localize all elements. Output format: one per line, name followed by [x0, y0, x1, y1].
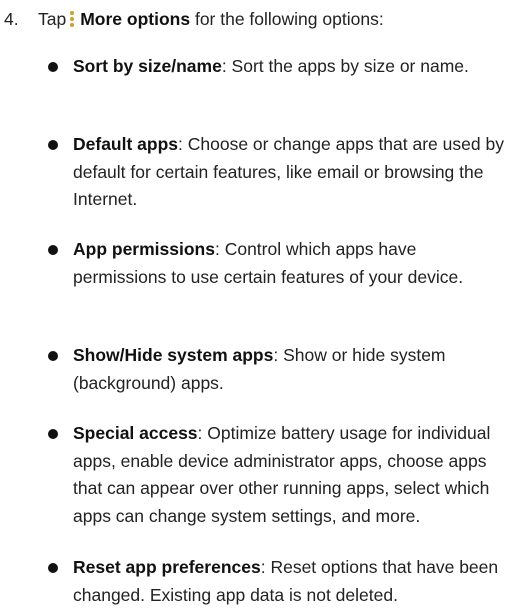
option-reset-app-preferences: Reset app preferences: Reset options tha… [48, 554, 508, 609]
option-title: Show/Hide system apps [73, 345, 274, 365]
bullet-point [48, 245, 58, 255]
more-options-label: More options [80, 9, 191, 29]
option-show-hide-system-apps: Show/Hide system apps: Show or hide syst… [48, 342, 508, 397]
bullet-point [48, 429, 58, 439]
step-suffix: for the following options: [194, 9, 384, 29]
option-special-access: Special access: Optimize battery usage f… [48, 420, 508, 530]
option-sort-by-size-name: Sort by size/name: Sort the apps by size… [48, 53, 508, 81]
step-number: 4. [4, 9, 19, 29]
option-title: Reset app preferences [73, 557, 261, 577]
option-title: Default apps [73, 134, 179, 154]
bullet-point [48, 62, 58, 72]
option-title: App permissions [73, 239, 215, 259]
option-app-permissions: App permissions: Control which apps have… [48, 236, 508, 291]
bullet-point [48, 563, 58, 573]
bullet-point [48, 351, 58, 361]
option-title: Special access [73, 423, 198, 443]
step-4-instruction: 4. Tap More options for the following opti… [4, 6, 524, 32]
option-default-apps: Default apps: Choose or change apps that… [48, 131, 508, 214]
option-title: Sort by size/name [73, 56, 222, 76]
bullet-point [48, 140, 58, 150]
more-options-kebab-icon [67, 9, 77, 29]
step-prefix: Tap [38, 9, 67, 29]
option-description: : Sort the apps by size or name. [221, 56, 469, 76]
